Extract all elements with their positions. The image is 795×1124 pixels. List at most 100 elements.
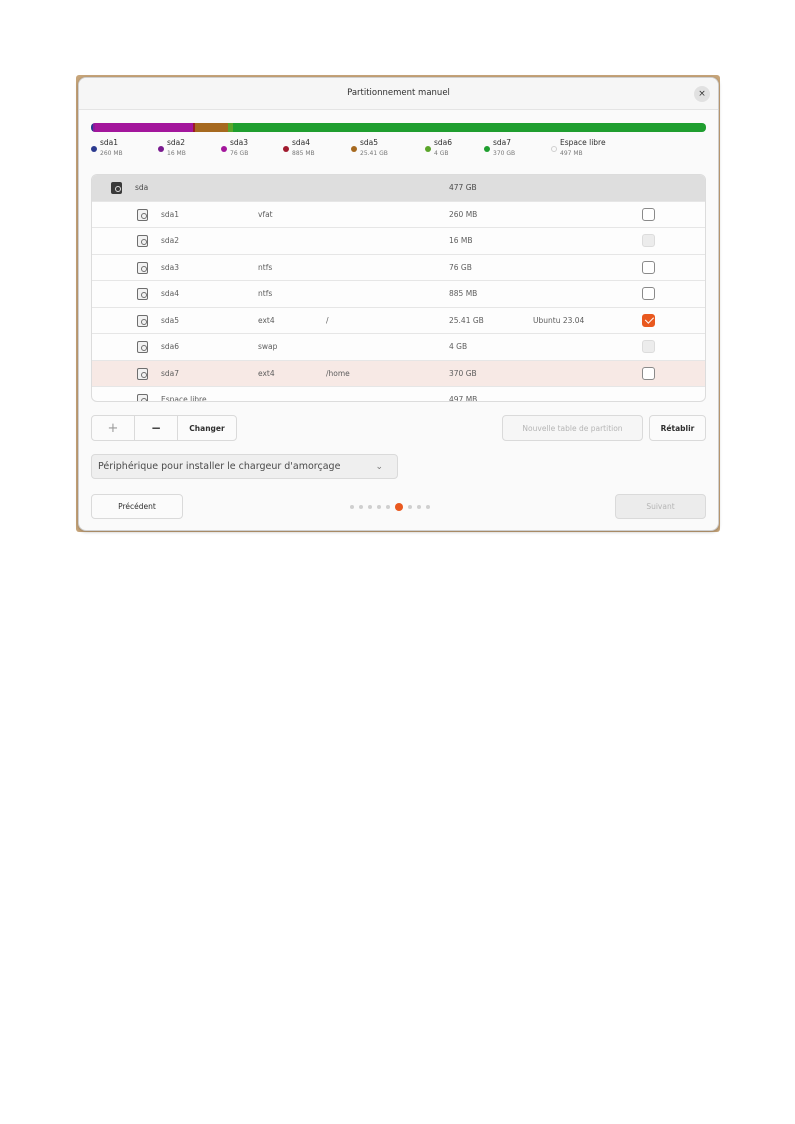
step-dot bbox=[395, 503, 403, 511]
partition-size: 497 MB bbox=[449, 395, 478, 402]
partition-icon bbox=[137, 235, 148, 247]
partition-icon bbox=[137, 288, 148, 300]
partition-system: Ubuntu 23.04 bbox=[533, 315, 585, 325]
partition-size: 885 MB bbox=[449, 289, 478, 298]
disk-row[interactable]: sda 477 GB bbox=[92, 175, 705, 202]
step-dot bbox=[368, 505, 372, 509]
partition-icon bbox=[137, 394, 148, 401]
legend-dot bbox=[551, 146, 557, 152]
partition-icon bbox=[137, 341, 148, 353]
window-title: Partitionnement manuel bbox=[347, 88, 450, 98]
step-dot bbox=[377, 505, 381, 509]
chevron-down-icon: ⌄ bbox=[375, 462, 383, 472]
partition-type: ntfs bbox=[258, 289, 273, 298]
usage-segment-sda7 bbox=[232, 123, 706, 132]
disk-size: 477 GB bbox=[449, 183, 477, 192]
reset-button[interactable]: Rétablir bbox=[649, 415, 706, 441]
partition-mount: / bbox=[326, 315, 329, 325]
step-dot bbox=[417, 505, 421, 509]
partition-row-sda4[interactable]: sda4 ntfs 885 MB bbox=[92, 281, 705, 308]
format-checkbox bbox=[642, 234, 655, 247]
partition-row-sda7[interactable]: sda7 ext4 /home 370 GB bbox=[92, 360, 705, 387]
partition-name: Espace libre bbox=[161, 395, 207, 402]
partition-size: 4 GB bbox=[449, 342, 468, 351]
bootloader-device-select[interactable]: Périphérique pour installer le chargeur … bbox=[91, 454, 398, 479]
partition-name: sda3 bbox=[161, 262, 180, 272]
legend-dot bbox=[158, 146, 164, 152]
step-dot bbox=[386, 505, 390, 509]
partition-size: 16 MB bbox=[449, 236, 473, 245]
format-checkbox[interactable] bbox=[642, 207, 655, 221]
partition-row-sda3[interactable]: sda3 ntfs 76 GB bbox=[92, 255, 705, 281]
partition-icon bbox=[137, 261, 148, 274]
legend-size: 76 GB bbox=[230, 150, 249, 157]
format-checkbox[interactable] bbox=[642, 313, 655, 327]
partition-size: 76 GB bbox=[449, 262, 472, 272]
close-icon[interactable]: × bbox=[694, 86, 710, 102]
change-partition-button[interactable]: Changer bbox=[178, 416, 236, 440]
partition-name: sda2 bbox=[161, 236, 180, 245]
partition-icon bbox=[137, 314, 148, 327]
legend-size: 885 MB bbox=[292, 150, 315, 157]
partition-name: sda5 bbox=[161, 315, 180, 325]
legend-name: sda2 bbox=[167, 138, 186, 147]
next-button[interactable]: Suivant bbox=[615, 494, 706, 519]
remove-partition-button[interactable]: − bbox=[135, 416, 178, 440]
hard-disk-icon bbox=[111, 182, 122, 194]
add-partition-button[interactable]: + bbox=[92, 416, 135, 440]
format-checkbox[interactable] bbox=[642, 287, 655, 300]
legend-name: sda1 bbox=[100, 138, 119, 147]
partition-type: ext4 bbox=[258, 368, 275, 378]
partition-size: 370 GB bbox=[449, 368, 477, 378]
disk-usage-bar bbox=[91, 123, 706, 132]
partition-row-sda2[interactable]: sda2 16 MB bbox=[92, 228, 705, 255]
legend-name: Espace libre bbox=[560, 138, 606, 147]
legend-name: sda5 bbox=[360, 138, 379, 147]
partition-type: vfat bbox=[258, 209, 273, 219]
partition-legend: sda1 260 MB sda2 16 MB sda3 76 GB sda4 8… bbox=[87, 138, 707, 162]
legend-dot bbox=[351, 146, 357, 152]
partition-row-free-space[interactable]: Espace libre 497 MB bbox=[92, 387, 705, 402]
partition-row-sda5[interactable]: sda5 ext4 / 25.41 GB Ubuntu 23.04 bbox=[92, 308, 705, 334]
partition-icon bbox=[137, 208, 148, 221]
manual-partitioning-dialog: Partitionnement manuel × sda1 260 MB sda… bbox=[78, 77, 719, 531]
partition-table: sda 477 GB sda1 vfat 260 MB sda2 16 MB s… bbox=[91, 174, 706, 402]
step-dot bbox=[426, 505, 430, 509]
usage-segment-sda3 bbox=[95, 123, 193, 132]
partition-row-sda1[interactable]: sda1 vfat 260 MB bbox=[92, 202, 705, 228]
partition-mount: /home bbox=[326, 368, 350, 378]
legend-size: 497 MB bbox=[560, 150, 583, 157]
partition-name: sda4 bbox=[161, 289, 180, 298]
partition-name: sda1 bbox=[161, 209, 180, 219]
legend-name: sda3 bbox=[230, 138, 249, 147]
bootloader-device-label: Périphérique pour installer le chargeur … bbox=[98, 461, 341, 472]
new-partition-table-button[interactable]: Nouvelle table de partition bbox=[502, 415, 643, 441]
legend-dot bbox=[91, 146, 97, 152]
legend-name: sda4 bbox=[292, 138, 311, 147]
format-checkbox bbox=[642, 340, 655, 353]
partition-type: ext4 bbox=[258, 315, 275, 325]
usage-segment-sda5 bbox=[194, 123, 228, 132]
partition-type: swap bbox=[258, 342, 278, 351]
disk-name: sda bbox=[135, 183, 149, 192]
legend-dot bbox=[425, 146, 431, 152]
legend-dot bbox=[283, 146, 289, 152]
partition-name: sda7 bbox=[161, 368, 180, 378]
back-button[interactable]: Précédent bbox=[91, 494, 183, 519]
partition-row-sda6[interactable]: sda6 swap 4 GB bbox=[92, 334, 705, 361]
partition-size: 260 MB bbox=[449, 209, 478, 219]
legend-dot bbox=[221, 146, 227, 152]
format-checkbox[interactable] bbox=[642, 260, 655, 274]
titlebar: Partitionnement manuel × bbox=[79, 78, 718, 110]
step-dot bbox=[408, 505, 412, 509]
legend-size: 25.41 GB bbox=[360, 150, 388, 157]
legend-size: 260 MB bbox=[100, 150, 123, 157]
step-dot bbox=[350, 505, 354, 509]
format-checkbox[interactable] bbox=[642, 366, 655, 380]
partition-type: ntfs bbox=[258, 262, 273, 272]
partition-size: 25.41 GB bbox=[449, 315, 484, 325]
legend-name: sda6 bbox=[434, 138, 453, 147]
partition-toolbar: + − Changer bbox=[91, 415, 237, 441]
step-dot bbox=[359, 505, 363, 509]
legend-size: 16 MB bbox=[167, 150, 186, 157]
